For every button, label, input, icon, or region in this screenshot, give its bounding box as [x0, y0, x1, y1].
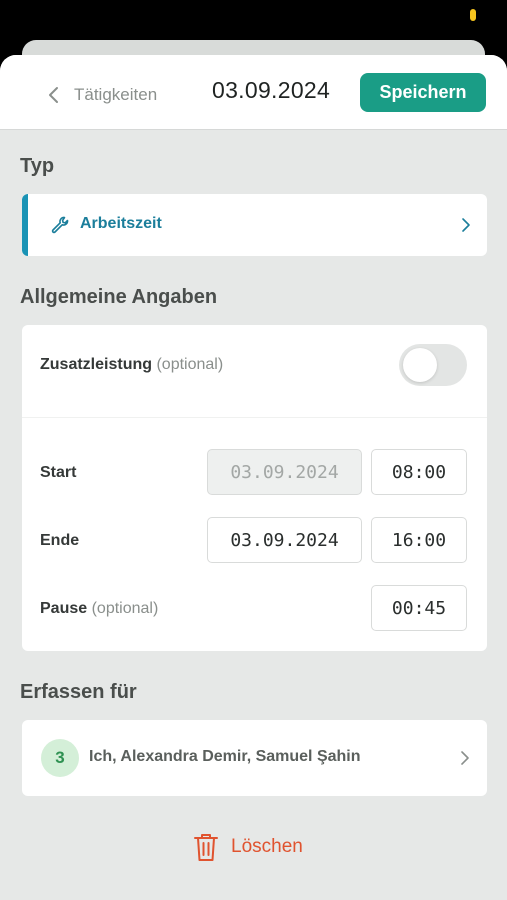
chevron-right-icon — [461, 751, 469, 765]
delete-label: Löschen — [231, 836, 303, 857]
back-label: Tätigkeiten — [74, 85, 158, 104]
start-label: Start — [40, 464, 77, 481]
battery-indicator — [470, 9, 476, 21]
section-title-general: Allgemeine Angaben — [20, 286, 218, 308]
assign-selector[interactable]: 3 Ich, Alexandra Demir, Samuel Şahin — [22, 720, 487, 796]
save-button[interactable]: Speichern — [360, 73, 486, 112]
assigned-people: Ich, Alexandra Demir, Samuel Şahin — [89, 748, 361, 765]
type-value: Arbeitszeit — [80, 215, 162, 232]
wrench-icon — [51, 216, 69, 234]
page-title: 03.09.2024 — [212, 77, 331, 103]
divider — [22, 417, 487, 418]
general-card: Zusatzleistung (optional) Start 03.09.20… — [22, 325, 487, 651]
pause-label: Pause (optional) — [40, 600, 159, 617]
pause-field[interactable]: 00:45 — [371, 585, 467, 631]
section-title-type: Typ — [20, 155, 55, 177]
start-time-field[interactable]: 08:00 — [371, 449, 467, 495]
chevron-right-icon — [462, 218, 470, 232]
extra-service-toggle[interactable] — [399, 344, 467, 386]
end-date-field[interactable]: 03.09.2024 — [207, 517, 362, 563]
end-time-field[interactable]: 16:00 — [371, 517, 467, 563]
top-bar: Tätigkeiten 03.09.2024 Speichern — [0, 55, 507, 130]
chevron-left-icon — [49, 87, 58, 103]
activity-sheet: Tätigkeiten 03.09.2024 Speichern Typ Arb… — [0, 55, 507, 900]
type-selector[interactable]: Arbeitszeit — [22, 194, 487, 256]
end-label: Ende — [40, 532, 80, 549]
people-count-badge: 3 — [41, 739, 79, 777]
trash-icon — [194, 834, 218, 861]
type-accent-bar — [22, 194, 28, 256]
section-title-assign: Erfassen für — [20, 681, 137, 703]
back-button[interactable]: Tätigkeiten — [44, 81, 157, 109]
start-date-field: 03.09.2024 — [207, 449, 362, 495]
toggle-knob — [403, 348, 437, 382]
delete-button[interactable]: Löschen — [193, 830, 303, 864]
extra-service-label: Zusatzleistung (optional) — [40, 356, 224, 373]
